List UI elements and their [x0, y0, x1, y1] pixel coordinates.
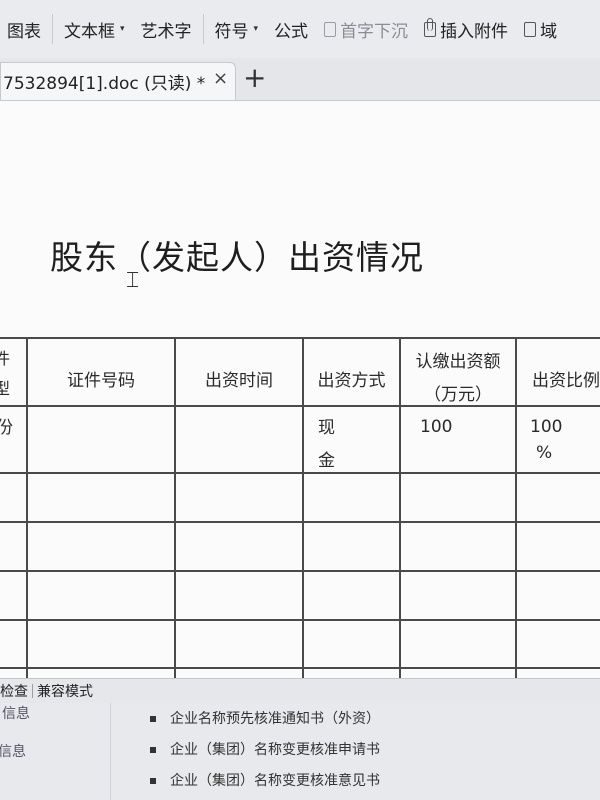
table-header-cell: 出资时间 [205, 371, 273, 391]
bullet-icon [150, 716, 156, 722]
tab-document[interactable]: 7532894[1].doc (只读) * × [0, 62, 236, 100]
table-rule [515, 337, 517, 678]
table-header-cell: 出资方式 [317, 371, 386, 391]
table-header-cell: 证件号码 [67, 371, 135, 391]
table-rule [0, 667, 600, 669]
table-rule [0, 619, 600, 621]
formula-button[interactable]: 公式 [267, 9, 315, 49]
status-bar: 检查 兼容模式 [0, 678, 600, 703]
table-rule [0, 570, 600, 572]
status-compat-mode: 兼容模式 [37, 684, 93, 700]
table-cell[interactable]: 100 [420, 417, 452, 437]
sidebar-item[interactable]: 信息 [0, 741, 26, 761]
drop-cap-icon [324, 21, 337, 37]
field-button[interactable]: 域 [517, 9, 564, 49]
bullet-icon [150, 778, 156, 784]
new-tab-button[interactable]: + [243, 62, 266, 94]
table-header-cell: 认缴出资额 （万元） [415, 352, 501, 405]
list-item[interactable]: 企业名称预先核准通知书（外资） [150, 708, 380, 728]
table-cell[interactable] [176, 407, 302, 471]
sidebar-item[interactable]: 信息 [2, 703, 30, 723]
toolbar-divider [202, 14, 204, 44]
bullet-icon [150, 747, 156, 753]
table-cell[interactable] [28, 407, 174, 471]
field-icon [524, 21, 537, 37]
table-rule [0, 472, 600, 474]
background-page: 信息 信息 企业名称预先核准通知书（外资） 企业（集团）名称变更核准申请书 企业… [0, 703, 600, 800]
table-cell[interactable]: 份 [0, 413, 13, 438]
background-sidebar: 信息 信息 [0, 703, 111, 800]
drop-cap-button[interactable]: 首字下沉 [317, 9, 415, 49]
list-item[interactable]: 企业（集团）名称变更核准申请书 [150, 739, 380, 759]
table-cell[interactable]: 现 金 [318, 413, 335, 471]
list-item[interactable]: 企业（集团）名称变更核准意见书 [150, 770, 380, 790]
table-rule [0, 337, 600, 339]
ribbon-toolbar: 图表 文本框 ▾ 艺术字 符号 ▾ 公式 首字下沉 插入附件 域 [0, 0, 600, 59]
table-header-cell: 件 型 [0, 349, 11, 398]
chart-button[interactable]: 图表 [0, 9, 48, 49]
document-tab-bar: 7532894[1].doc (只读) * × + [0, 58, 600, 101]
wordart-button[interactable]: 艺术字 [134, 9, 199, 49]
table-header-cell: 出资比例 [532, 371, 600, 391]
document-heading: 股东（发起人）出资情况 [50, 238, 424, 277]
table-cell[interactable]: 100 % [530, 417, 562, 463]
textbox-button[interactable]: 文本框 ▾ [57, 9, 132, 49]
insert-attachment-button[interactable]: 插入附件 [417, 9, 515, 49]
chevron-down-icon: ▾ [253, 24, 259, 34]
table-rule [0, 521, 600, 523]
close-icon[interactable]: × [213, 68, 228, 89]
status-spell-check[interactable]: 检查 [0, 681, 32, 701]
chevron-down-icon: ▾ [120, 24, 125, 34]
document-canvas[interactable]: 股东（发起人）出资情况 件 型 证件号码 出资时间 出资方式 认缴出资额 （万元… [0, 101, 600, 678]
tab-title: 7532894[1].doc (只读) * [3, 74, 206, 94]
text-cursor-icon: ⌶ [126, 268, 140, 293]
attachment-icon [424, 17, 437, 37]
symbol-button[interactable]: 符号 ▾ [208, 9, 266, 49]
toolbar-divider [52, 14, 53, 44]
